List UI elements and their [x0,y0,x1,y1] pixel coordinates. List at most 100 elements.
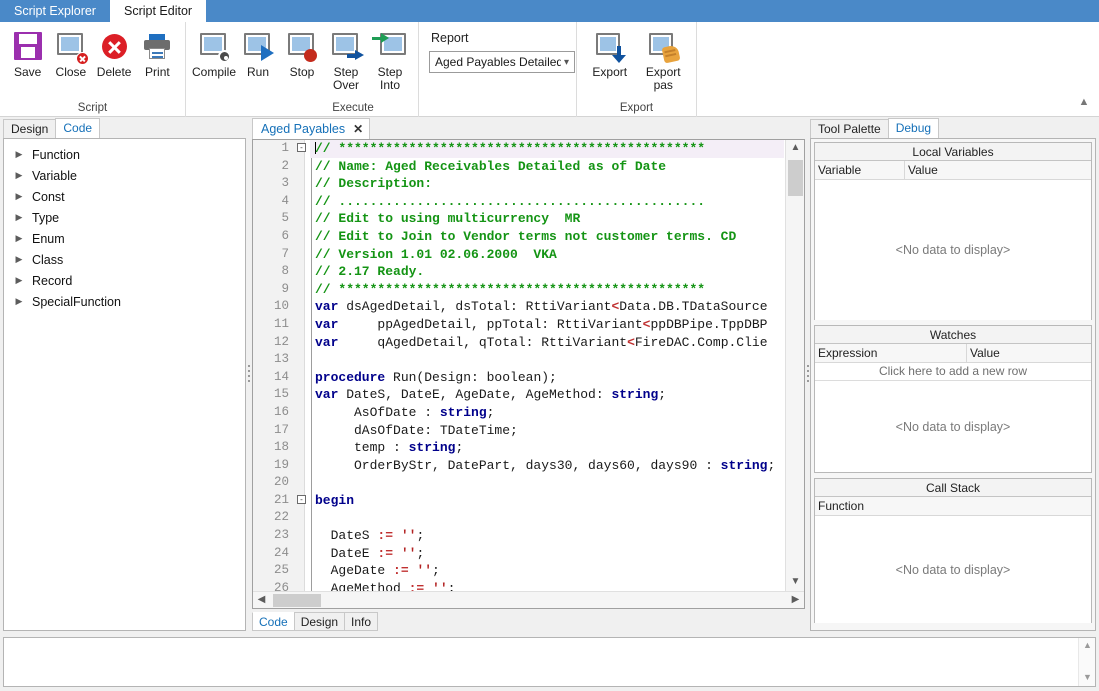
chevron-up-icon[interactable]: ▲ [1079,638,1096,654]
print-button[interactable]: Print [136,26,179,88]
step-over-button[interactable]: Step Over [324,26,368,92]
horizontal-scroll-thumb[interactable] [273,594,321,607]
delete-button[interactable]: Delete [93,26,136,88]
code-line[interactable]: 21-begin [253,492,784,510]
code-line[interactable]: 14procedure Run(Design: boolean); [253,369,784,387]
collapsed-triangle-icon[interactable]: ▶ [12,296,26,307]
tab-script-explorer[interactable]: Script Explorer [0,0,110,22]
code-line[interactable]: 18 temp : string; [253,439,784,457]
code-editor[interactable]: 1-// ***********************************… [252,139,805,609]
code-line[interactable]: 17 dAsOfDate: TDateTime; [253,422,784,440]
stop-button[interactable]: Stop [280,26,324,88]
tree-node-type[interactable]: ▶ Type [4,207,245,228]
column-header-function[interactable]: Function [815,497,1091,515]
editor-vertical-scrollbar[interactable]: ▲ ▼ [785,140,804,591]
tab-debug[interactable]: Debug [888,118,939,138]
chevron-up-icon[interactable]: ▲ [786,140,805,157]
left-splitter[interactable] [246,118,251,631]
code-line[interactable]: 23 DateS := ''; [253,527,784,545]
code-line[interactable]: 2// Name: Aged Receivables Detailed as o… [253,158,784,176]
tree-node-function[interactable]: ▶ Function [4,144,245,165]
code-line[interactable]: 15var DateS, DateE, AgeDate, AgeMethod: … [253,386,784,404]
code-text[interactable]: 1-// ***********************************… [253,140,784,591]
tree-node-record[interactable]: ▶ Record [4,270,245,291]
tree-node-enum[interactable]: ▶ Enum [4,228,245,249]
export-button[interactable]: Export [583,26,637,88]
output-vertical-scrollbar[interactable]: ▲ ▼ [1078,638,1095,686]
tree-node-variable[interactable]: ▶ Variable [4,165,245,186]
code-line[interactable]: 13 [253,351,784,369]
local-variables-title: Local Variables [815,143,1091,161]
code-line[interactable]: 10var dsAgedDetail, dsTotal: RttiVariant… [253,298,784,316]
code-line[interactable]: 8// 2.17 Ready. [253,263,784,281]
line-number: 15 [253,386,297,404]
tab-code-view[interactable]: Code [252,612,295,631]
output-panel[interactable]: ▲ ▼ [3,637,1096,687]
chevron-left-icon[interactable]: ◀ [253,592,270,609]
column-header-watch-value[interactable]: Value [967,344,1091,362]
fold-spacer [297,527,310,545]
tree-node-class[interactable]: ▶ Class [4,249,245,270]
collapsed-triangle-icon[interactable]: ▶ [12,149,26,160]
fold-toggle-icon[interactable]: - [297,140,310,158]
code-line[interactable]: 6// Edit to Join to Vendor terms not cus… [253,228,784,246]
close-x-icon[interactable]: ✕ [353,119,363,139]
collapsed-triangle-icon[interactable]: ▶ [12,254,26,265]
export-pas-button[interactable]: Export pas [637,26,691,92]
debug-splitter-2[interactable] [814,473,1092,478]
compile-button[interactable]: Compile [192,26,236,88]
fold-toggle-icon[interactable]: - [297,492,310,510]
code-line[interactable]: 12var qAgedDetail, qTotal: RttiVariant<F… [253,334,784,352]
code-line[interactable]: 4// ....................................… [253,193,784,211]
collapsed-triangle-icon[interactable]: ▶ [12,275,26,286]
vertical-scroll-thumb[interactable] [788,160,803,196]
column-header-expression[interactable]: Expression [815,344,967,362]
line-number: 3 [253,175,297,193]
code-line[interactable]: 7// Version 1.01 02.06.2000 VKA [253,246,784,264]
tab-tool-palette[interactable]: Tool Palette [810,119,889,138]
collapsed-triangle-icon[interactable]: ▶ [12,191,26,202]
fold-spacer [297,404,310,422]
chevron-down-icon[interactable]: ▼ [1079,670,1096,686]
debug-sections: Local Variables Variable Value <No data … [810,138,1096,631]
code-line[interactable]: 1-// ***********************************… [253,140,784,158]
line-number: 12 [253,334,297,352]
tree-node-specialfunction[interactable]: ▶ SpecialFunction [4,291,245,312]
tab-script-editor[interactable]: Script Editor [110,0,206,22]
code-line[interactable]: 11var ppAgedDetail, ppTotal: RttiVariant… [253,316,784,334]
stop-circle-icon [286,30,318,62]
code-line[interactable]: 9// ************************************… [253,281,784,299]
close-button[interactable]: Close [49,26,92,88]
tab-info-view[interactable]: Info [344,612,378,631]
step-into-button[interactable]: Step Into [368,26,412,92]
code-line[interactable]: 26 AgeMethod := ''; [253,580,784,591]
code-structure-tree[interactable]: ▶ Function ▶ Variable ▶ Const ▶ Type ▶ E… [3,138,246,631]
save-button[interactable]: Save [6,26,49,88]
column-header-variable[interactable]: Variable [815,161,905,179]
tree-node-const[interactable]: ▶ Const [4,186,245,207]
report-select[interactable]: Aged Payables Detailed ▾ [429,51,575,73]
tab-design-view[interactable]: Design [294,612,345,631]
collapsed-triangle-icon[interactable]: ▶ [12,233,26,244]
code-line[interactable]: 16 AsOfDate : string; [253,404,784,422]
chevron-down-icon[interactable]: ▼ [786,574,805,591]
column-header-value[interactable]: Value [905,161,1091,179]
code-line[interactable]: 3// Description: [253,175,784,193]
code-line[interactable]: 5// Edit to using multicurrency MR [253,210,784,228]
tab-design[interactable]: Design [3,119,56,138]
chevron-right-icon[interactable]: ▶ [787,592,804,609]
code-line[interactable]: 20 [253,474,784,492]
debug-splitter-1[interactable] [814,320,1092,325]
code-line[interactable]: 22 [253,509,784,527]
code-line[interactable]: 19 OrderByStr, DatePart, days30, days60,… [253,457,784,475]
tab-code[interactable]: Code [55,118,100,138]
code-line[interactable]: 24 DateE := ''; [253,545,784,563]
editor-horizontal-scrollbar[interactable]: ◀ ▶ [253,591,804,608]
watches-add-row[interactable]: Click here to add a new row [815,363,1091,381]
chevron-up-icon[interactable]: ▲ [1075,96,1093,112]
editor-tab-aged-payables[interactable]: Aged Payables ✕ [252,118,370,139]
collapsed-triangle-icon[interactable]: ▶ [12,212,26,223]
code-line[interactable]: 25 AgeDate := ''; [253,562,784,580]
collapsed-triangle-icon[interactable]: ▶ [12,170,26,181]
run-button[interactable]: Run [236,26,280,88]
